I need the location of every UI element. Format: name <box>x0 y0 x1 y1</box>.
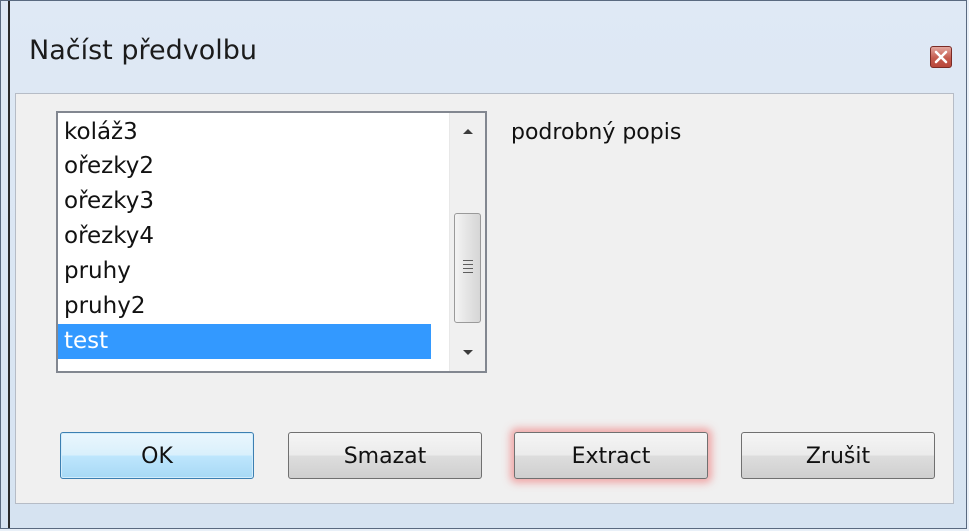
list-item-orezky4[interactable]: ořezky4 <box>58 219 431 254</box>
dialog-title: Načíst předvolbu <box>29 35 257 66</box>
list-item-pruhy2[interactable]: pruhy2 <box>58 289 431 324</box>
preset-listbox[interactable]: koláž3 ořezky2 ořezky3 ořezky4 pruhy pru… <box>56 111 487 373</box>
title-bar: Načíst předvolbu <box>15 1 952 93</box>
scroll-up-button[interactable] <box>450 113 485 149</box>
load-preset-dialog: Načíst předvolbu koláž3 ořezky2 ořezky3 … <box>0 0 967 529</box>
list-scrollbar[interactable] <box>449 113 485 371</box>
list-item-orezky2[interactable]: ořezky2 <box>58 149 431 184</box>
arrow-up-icon <box>463 129 473 134</box>
extract-button[interactable]: Extract <box>514 432 708 479</box>
scroll-thumb[interactable] <box>454 213 481 323</box>
list-item-test[interactable]: test <box>58 324 431 359</box>
preset-description: podrobný popis <box>511 120 682 145</box>
cancel-button[interactable]: Zrušit <box>741 432 935 479</box>
delete-button[interactable]: Smazat <box>288 432 482 479</box>
close-icon <box>934 50 948 64</box>
ok-button[interactable]: OK <box>60 432 254 479</box>
list-item-pruhy[interactable]: pruhy <box>58 254 431 289</box>
preset-list: koláž3 ořezky2 ořezky3 ořezky4 pruhy pru… <box>58 113 431 359</box>
list-item-orezky3[interactable]: ořezky3 <box>58 184 431 219</box>
grip-icon <box>463 260 473 276</box>
scroll-down-button[interactable] <box>450 335 485 371</box>
close-button[interactable] <box>930 46 952 68</box>
arrow-down-icon <box>463 350 473 355</box>
dialog-content: koláž3 ořezky2 ořezky3 ořezky4 pruhy pru… <box>15 93 954 504</box>
list-item-kolaz3[interactable]: koláž3 <box>58 113 431 149</box>
